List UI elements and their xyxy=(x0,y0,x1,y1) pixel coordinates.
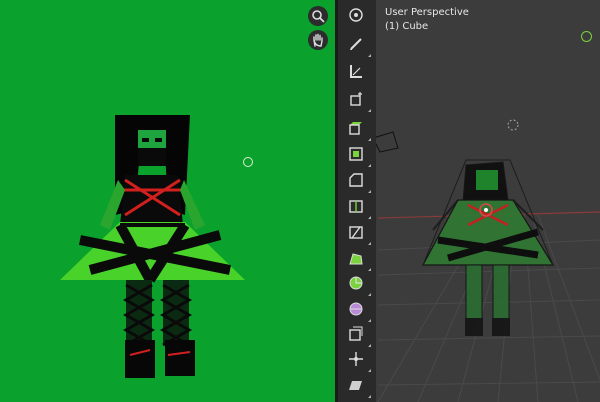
knife-icon[interactable] xyxy=(344,221,371,245)
render-viewport[interactable] xyxy=(0,0,335,402)
view-gizmo-icon[interactable] xyxy=(344,4,368,26)
add-cube-icon[interactable] xyxy=(344,88,371,112)
viewport-scene xyxy=(372,119,600,402)
loop-cut-icon[interactable] xyxy=(344,195,371,219)
smooth-icon[interactable] xyxy=(344,298,371,322)
status-dot xyxy=(581,31,592,42)
bevel-icon[interactable] xyxy=(344,169,371,193)
character-render xyxy=(60,115,245,378)
tool-shelf xyxy=(338,0,376,402)
spin-icon[interactable] xyxy=(344,272,371,296)
hand-pan-icon[interactable] xyxy=(308,30,328,50)
shrink-fatten-icon[interactable] xyxy=(344,348,371,372)
3d-cursor-indicator xyxy=(243,157,253,167)
shear-icon[interactable] xyxy=(344,374,371,398)
inset-faces-icon[interactable] xyxy=(344,143,371,167)
extrude-region-icon[interactable] xyxy=(344,117,371,141)
annotate-icon[interactable] xyxy=(344,33,371,57)
zoom-icon[interactable] xyxy=(308,6,328,26)
viewport-object-label: (1) Cube xyxy=(385,21,429,32)
edge-slide-icon[interactable] xyxy=(344,323,371,347)
measure-icon[interactable] xyxy=(344,60,368,82)
3d-viewport[interactable]: User Perspective (1) Cube xyxy=(338,0,600,402)
poly-build-icon[interactable] xyxy=(344,247,371,271)
viewport-perspective-label: User Perspective xyxy=(385,7,469,18)
